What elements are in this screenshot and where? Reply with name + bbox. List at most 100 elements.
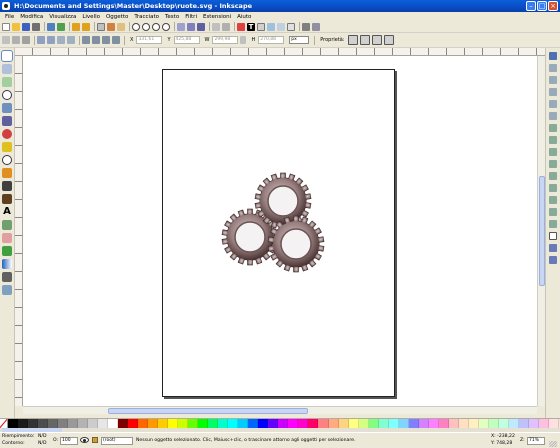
color-swatch[interactable] <box>368 419 379 428</box>
y-field[interactable]: 425,88 <box>173 36 200 44</box>
stroke-value[interactable]: N/D <box>38 441 47 446</box>
x-field[interactable]: 331,61 <box>136 36 163 44</box>
tweak-icon[interactable] <box>2 77 12 87</box>
zoom-page-icon[interactable] <box>152 22 160 31</box>
raise-to-top-icon[interactable] <box>82 36 90 44</box>
copy-icon[interactable] <box>97 22 105 31</box>
color-swatch[interactable] <box>118 419 129 428</box>
color-swatch[interactable] <box>38 419 49 428</box>
move-patterns-icon[interactable] <box>383 35 394 45</box>
color-swatch[interactable] <box>528 419 539 428</box>
menu-tracciato[interactable]: Tracciato <box>131 14 162 20</box>
resize-grip-icon[interactable] <box>549 441 557 447</box>
menu-estensioni[interactable]: Estensioni <box>200 14 234 20</box>
unit-select[interactable]: px <box>289 36 310 44</box>
scale-stroke-icon[interactable] <box>347 35 358 45</box>
color-swatch[interactable] <box>58 419 69 428</box>
color-swatch[interactable] <box>98 419 109 428</box>
import-icon[interactable] <box>47 22 55 31</box>
snap-bbox-corner-icon[interactable] <box>549 88 557 96</box>
gradient-icon[interactable] <box>2 259 12 269</box>
horizontal-scrollbar[interactable] <box>23 406 537 414</box>
print-icon[interactable] <box>32 22 40 31</box>
lower-to-bottom-icon[interactable] <box>112 36 120 44</box>
color-swatch[interactable] <box>418 419 429 428</box>
flip-horizontal-icon[interactable] <box>57 36 65 44</box>
rect-icon[interactable] <box>2 103 12 113</box>
lock-ratio-icon[interactable] <box>240 36 247 44</box>
spiral-icon[interactable] <box>2 155 12 165</box>
eraser-icon[interactable] <box>2 233 12 243</box>
color-swatch[interactable] <box>288 419 299 428</box>
zoom-width-icon[interactable] <box>162 22 170 31</box>
move-gradients-icon[interactable] <box>371 35 382 45</box>
color-swatch[interactable] <box>208 419 219 428</box>
bucket-icon[interactable] <box>2 246 12 256</box>
save-icon[interactable] <box>22 22 30 31</box>
color-swatch[interactable] <box>388 419 399 428</box>
connector-icon[interactable] <box>2 285 12 295</box>
snap-text-baseline-icon[interactable] <box>549 220 557 228</box>
raise-icon[interactable] <box>92 36 100 44</box>
minimize-button[interactable]: – <box>526 1 536 11</box>
color-swatch[interactable] <box>338 419 349 428</box>
color-swatch[interactable] <box>168 419 179 428</box>
new-document-icon[interactable] <box>2 22 10 31</box>
color-swatch[interactable] <box>108 419 119 428</box>
color-swatch[interactable] <box>538 419 549 428</box>
menu-livello[interactable]: Livello <box>79 14 103 20</box>
menu-testo[interactable]: Testo <box>162 14 182 20</box>
color-swatch[interactable] <box>488 419 499 428</box>
snap-midpoint-icon[interactable] <box>549 184 557 192</box>
close-button[interactable]: × <box>548 1 558 11</box>
opacity-field[interactable]: 100 <box>60 437 78 445</box>
no-color-swatch[interactable] <box>0 419 8 428</box>
zoom-selection-icon[interactable] <box>132 22 140 31</box>
tools-icon[interactable] <box>302 22 310 31</box>
color-swatch[interactable] <box>438 419 449 428</box>
zoom-field[interactable]: 71% <box>527 437 545 445</box>
redo-icon[interactable] <box>82 22 90 31</box>
snap-bbox-center-icon[interactable] <box>549 112 557 120</box>
menu-visualizza[interactable]: Visualizza <box>46 14 79 20</box>
select-all-layers-icon[interactable] <box>12 36 20 44</box>
color-swatch[interactable] <box>498 419 509 428</box>
color-swatch[interactable] <box>478 419 489 428</box>
fill-value[interactable]: N/D <box>38 434 47 439</box>
spray-icon[interactable] <box>2 220 12 230</box>
document-properties-icon[interactable] <box>277 22 285 31</box>
eye-icon[interactable] <box>80 437 89 443</box>
layer-select[interactable]: (root) <box>101 437 133 445</box>
flip-vertical-icon[interactable] <box>67 36 75 44</box>
snap-nodes-icon[interactable] <box>549 124 557 132</box>
rotate-cw-icon[interactable] <box>47 36 55 44</box>
node-icon[interactable] <box>2 64 12 74</box>
color-swatch[interactable] <box>298 419 309 428</box>
undo-icon[interactable] <box>72 22 80 31</box>
color-swatch[interactable] <box>378 419 389 428</box>
color-swatch[interactable] <box>88 419 99 428</box>
zoom-drawing-icon[interactable] <box>142 22 150 31</box>
snap-intersection-icon[interactable] <box>549 148 557 156</box>
color-swatch[interactable] <box>238 419 249 428</box>
snap-enable-icon[interactable] <box>549 52 557 60</box>
color-swatch[interactable] <box>428 419 439 428</box>
color-swatch[interactable] <box>148 419 159 428</box>
color-swatch[interactable] <box>318 419 329 428</box>
color-swatch[interactable] <box>138 419 149 428</box>
color-swatch[interactable] <box>48 419 59 428</box>
select-all-icon[interactable] <box>2 36 10 44</box>
color-swatch[interactable] <box>518 419 529 428</box>
color-swatch[interactable] <box>328 419 339 428</box>
color-swatch[interactable] <box>398 419 409 428</box>
preferences-icon[interactable] <box>287 22 295 31</box>
group-icon[interactable] <box>212 22 220 31</box>
color-swatch[interactable] <box>68 419 79 428</box>
snap-guide-icon[interactable] <box>549 256 557 264</box>
star-icon[interactable] <box>2 142 12 152</box>
color-swatch[interactable] <box>28 419 39 428</box>
color-swatch[interactable] <box>188 419 199 428</box>
color-swatch[interactable] <box>198 419 209 428</box>
width-field[interactable]: 299,98 <box>212 36 239 44</box>
color-swatch[interactable] <box>278 419 289 428</box>
